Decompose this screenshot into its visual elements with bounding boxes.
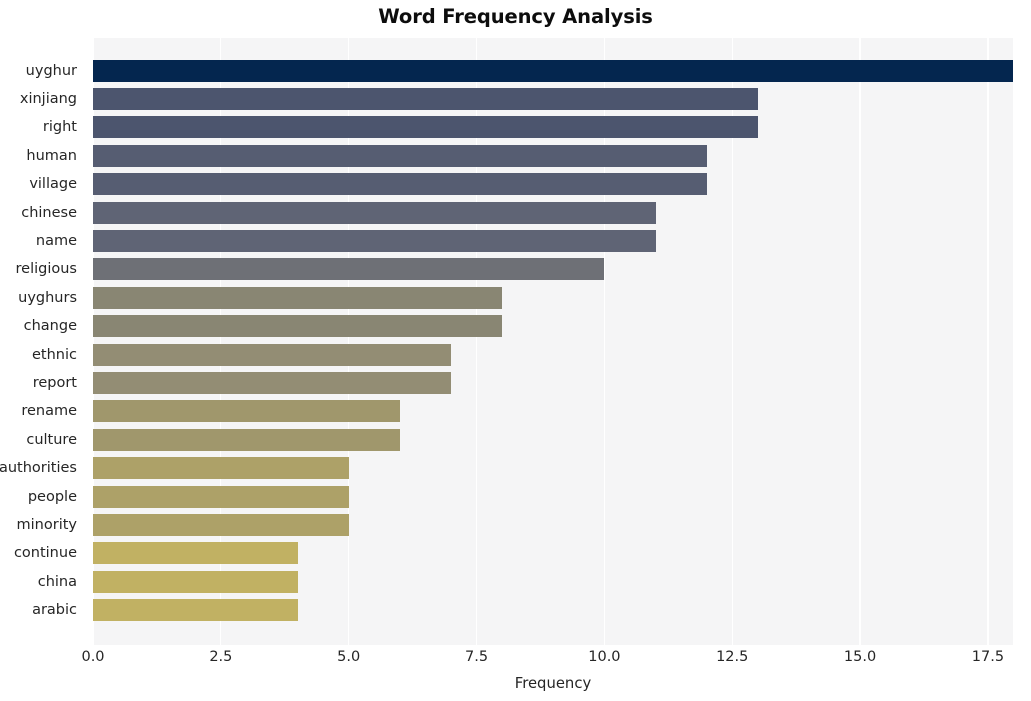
x-tick-label: 15.0 [843,649,877,665]
y-tick-label: xinjiang [19,90,77,107]
y-tick-label: religious [15,261,77,278]
x-tick-label: 12.5 [716,649,749,665]
y-tick-label: right [42,119,77,136]
bar [93,343,451,366]
bar [93,428,400,451]
chart-title: Word Frequency Analysis [378,5,653,28]
bar [93,201,656,224]
bar [93,570,298,593]
bar [93,229,656,252]
y-tick-label: human [26,147,77,164]
x-axis-tick-labels: 0.0 2.5 5.0 7.5 10.0 12.5 15.0 17.5 [81,649,1013,672]
bar [93,173,707,196]
gridline-x-7 [987,38,989,645]
bar [93,315,503,338]
y-tick-label: continue [13,545,77,562]
y-tick-label: rename [21,403,77,420]
bar [93,286,503,309]
y-axis-tick-labels: uyghur xinjiang right human village chinese na… [0,38,85,645]
bar [93,457,349,480]
x-tick-label: 10.0 [588,649,621,665]
bar [93,116,758,139]
plot-area [93,38,1013,645]
y-tick-label: minority [16,516,77,533]
y-tick-label: village [29,176,77,193]
y-tick-label: culture [26,431,77,448]
y-tick-label: uyghurs [18,289,77,306]
bar [93,144,707,167]
bar [93,542,298,565]
bar [93,371,451,394]
x-tick-label: 7.5 [465,649,489,665]
y-tick-label: chinese [21,204,77,221]
y-tick-label: name [35,232,77,249]
bar [93,258,605,281]
y-tick-label: uyghur [25,62,77,79]
bar [93,485,349,508]
y-tick-label: people [27,488,77,505]
gridline-x-6 [859,38,861,645]
y-tick-label: authorities [0,460,77,477]
x-tick-label: 17.5 [971,649,1005,665]
bar [93,599,298,622]
bar [93,59,1013,82]
y-tick-label: arabic [32,602,77,619]
x-axis-label: Frequency [514,675,592,692]
y-tick-label: ethnic [32,346,77,363]
chart-figure: Word Frequency Analysis uyghur xinjiang ri… [0,0,1031,701]
bar [93,513,349,536]
x-tick-label: 5.0 [337,649,361,665]
y-tick-label: change [23,318,77,335]
bar [93,87,758,110]
bar [93,400,400,423]
y-tick-label: report [32,374,77,391]
x-tick-label: 0.0 [81,649,105,665]
x-tick-label: 2.5 [209,649,233,665]
y-tick-label: china [37,573,77,590]
